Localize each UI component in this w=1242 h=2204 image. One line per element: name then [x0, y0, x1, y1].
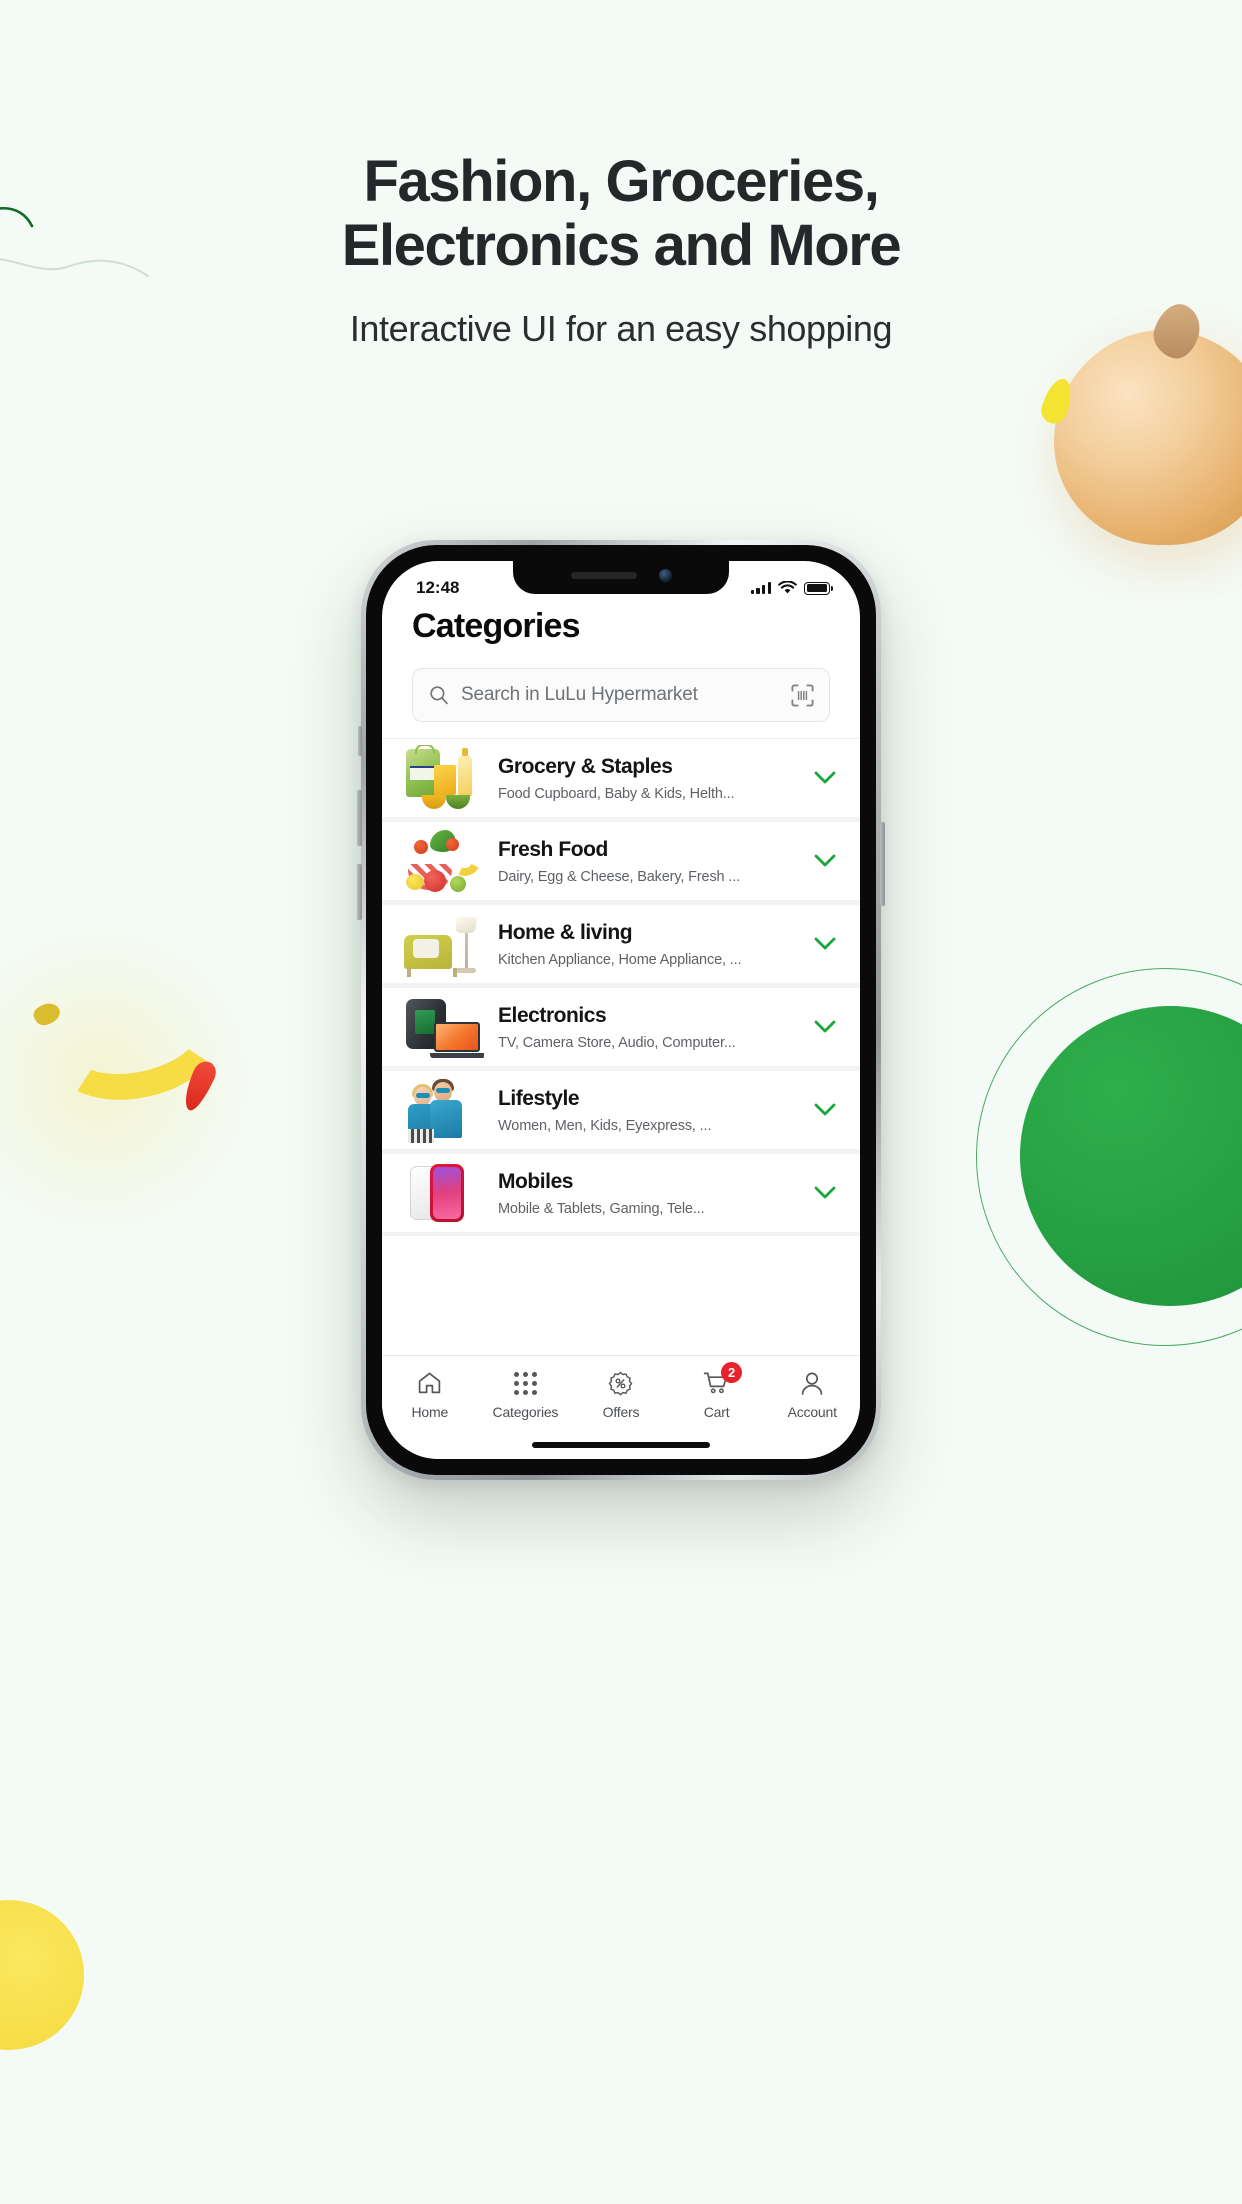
tab-offers[interactable]: Offers: [573, 1370, 669, 1420]
tab-label: Categories: [492, 1404, 559, 1420]
fresh-food-thumbnail: [400, 828, 484, 894]
banana-glow: [0, 930, 260, 1230]
hero-subtitle: Interactive UI for an easy shopping: [349, 307, 893, 349]
category-subtitle: Food Cupboard, Baby & Kids, Helth...: [498, 785, 735, 802]
volume-down-button[interactable]: [357, 864, 362, 920]
front-camera-icon: [658, 568, 672, 582]
home-indicator[interactable]: [532, 1442, 710, 1448]
tab-cart[interactable]: 2 Cart: [669, 1362, 765, 1420]
category-subtitle: Kitchen Appliance, Home Appliance, ...: [498, 951, 742, 968]
battery-full-icon: [804, 581, 833, 595]
barcode-scan-icon[interactable]: [790, 683, 815, 708]
hero-section: Fashion, Groceries, Electronics and More…: [0, 150, 1242, 350]
hero-title-line-2: Electronics and More: [341, 212, 902, 278]
tab-label: Home: [411, 1404, 449, 1420]
lifestyle-thumbnail: [400, 1077, 484, 1143]
chevron-down-icon[interactable]: [812, 853, 838, 869]
hero-title-line-1: Fashion, Groceries,: [363, 149, 880, 214]
yellow-blob-decoration: [0, 1900, 84, 2050]
phone-bezel: 12:48 Categories Search in LuLu Hypermar…: [366, 545, 876, 1475]
category-name: Lifestyle: [498, 1087, 580, 1111]
page-title: Fashion, Groceries, Electronics and More: [0, 150, 1242, 278]
category-row-grocery-staples[interactable]: Grocery & Staples Food Cupboard, Baby & …: [382, 739, 860, 822]
tab-label: Cart: [703, 1404, 730, 1420]
category-list[interactable]: Grocery & Staples Food Cupboard, Baby & …: [382, 738, 860, 1236]
chevron-down-icon[interactable]: [812, 1185, 838, 1201]
category-row-home-living[interactable]: Home & living Kitchen Appliance, Home Ap…: [382, 905, 860, 988]
category-row-mobiles[interactable]: Mobiles Mobile & Tablets, Gaming, Tele..…: [382, 1154, 860, 1236]
chevron-down-icon[interactable]: [812, 936, 838, 952]
category-row-electronics[interactable]: Electronics TV, Camera Store, Audio, Com…: [382, 988, 860, 1071]
green-ring-decoration: [976, 968, 1242, 1346]
offer-percent-icon: [608, 1370, 633, 1396]
power-button[interactable]: [880, 822, 885, 906]
tab-account[interactable]: Account: [764, 1370, 860, 1420]
green-circle-decoration: [1020, 1006, 1242, 1306]
category-text: Grocery & Staples Food Cupboard, Baby & …: [492, 754, 804, 801]
screen-title: Categories: [412, 607, 581, 645]
grocery-staples-thumbnail: [400, 745, 484, 811]
category-row-lifestyle[interactable]: Lifestyle Women, Men, Kids, Eyexpress, .…: [382, 1071, 860, 1154]
category-text: Electronics TV, Camera Store, Audio, Com…: [492, 1003, 804, 1050]
category-name: Mobiles: [498, 1170, 574, 1194]
category-text: Lifestyle Women, Men, Kids, Eyexpress, .…: [492, 1086, 804, 1133]
category-subtitle: Dairy, Egg & Cheese, Bakery, Fresh ...: [498, 868, 740, 885]
category-row-fresh-food[interactable]: Fresh Food Dairy, Egg & Cheese, Bakery, …: [382, 822, 860, 905]
category-name: Grocery & Staples: [498, 755, 673, 779]
category-subtitle: Mobile & Tablets, Gaming, Tele...: [498, 1200, 705, 1217]
category-subtitle: TV, Camera Store, Audio, Computer...: [498, 1034, 736, 1051]
banana-image: [30, 960, 260, 1140]
chevron-down-icon[interactable]: [812, 1019, 838, 1035]
home-living-thumbnail: [400, 911, 484, 977]
electronics-thumbnail: [400, 994, 484, 1060]
grid-dots-icon: [513, 1370, 537, 1396]
status-icons: [750, 581, 833, 595]
onion-image: [1054, 330, 1242, 545]
tab-categories[interactable]: Categories: [478, 1370, 574, 1420]
phone-frame: 12:48 Categories Search in LuLu Hypermar…: [357, 540, 885, 1480]
category-text: Fresh Food Dairy, Egg & Cheese, Bakery, …: [492, 837, 804, 884]
tab-home[interactable]: Home: [382, 1370, 478, 1420]
volume-up-button[interactable]: [357, 790, 362, 846]
cellular-signal-icon: [750, 582, 771, 594]
tab-label: Offers: [602, 1404, 640, 1420]
tab-label: Account: [787, 1404, 837, 1420]
search-input[interactable]: Search in LuLu Hypermarket: [412, 668, 830, 722]
search-placeholder: Search in LuLu Hypermarket: [461, 684, 698, 705]
category-name: Fresh Food: [498, 838, 608, 862]
category-name: Electronics: [498, 1004, 607, 1028]
category-text: Home & living Kitchen Appliance, Home Ap…: [492, 920, 804, 967]
search-icon: [430, 686, 448, 705]
wifi-icon: [778, 581, 797, 594]
phone-screen: 12:48 Categories Search in LuLu Hypermar…: [382, 561, 860, 1459]
home-icon: [417, 1370, 442, 1396]
chevron-down-icon[interactable]: [812, 770, 838, 786]
phone-mockup: 12:48 Categories Search in LuLu Hypermar…: [357, 540, 885, 1480]
person-icon: [800, 1370, 824, 1396]
search-section: Search in LuLu Hypermarket: [382, 646, 860, 738]
category-name: Home & living: [498, 921, 633, 945]
mobiles-thumbnail: [400, 1160, 484, 1226]
category-subtitle: Women, Men, Kids, Eyexpress, ...: [498, 1117, 712, 1134]
cart-badge: 2: [721, 1362, 743, 1383]
chevron-down-icon[interactable]: [812, 1102, 838, 1118]
status-time: 12:48: [416, 578, 460, 597]
cart-icon: 2: [703, 1362, 743, 1396]
earpiece-speaker-icon: [570, 571, 637, 579]
silent-switch[interactable]: [358, 726, 362, 756]
chili-image: [178, 1057, 220, 1115]
phone-notch: [513, 561, 729, 594]
yellow-drop-decoration: [1038, 375, 1076, 427]
category-text: Mobiles Mobile & Tablets, Gaming, Tele..…: [492, 1169, 804, 1216]
